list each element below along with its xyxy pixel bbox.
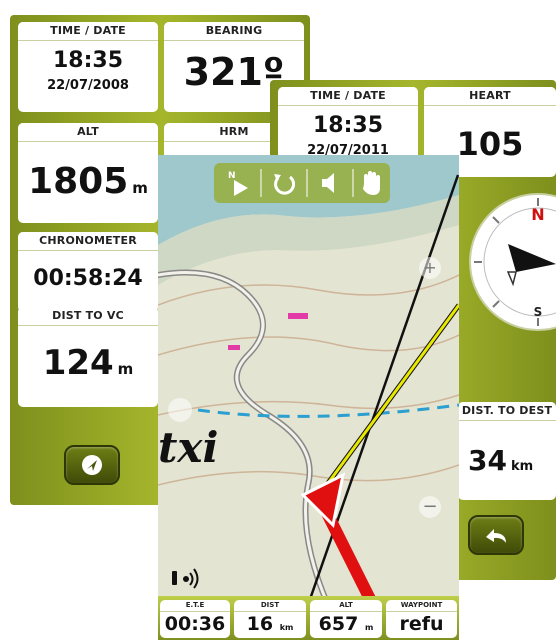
alt-value: 1805 (28, 161, 129, 202)
sound-button[interactable] (312, 166, 348, 200)
map-toolbar: N (214, 163, 390, 203)
dist-value-row: 16 km (234, 612, 306, 638)
dist-value: 16 (246, 613, 274, 635)
topographic-map (158, 155, 459, 605)
dist-to-dest-unit: km (510, 459, 534, 474)
dist-unit: km (279, 623, 294, 632)
back-arrow-icon (486, 529, 506, 543)
back-button[interactable] (468, 515, 524, 555)
alt-unit: m (132, 179, 148, 197)
alt-label: ALT (18, 123, 158, 142)
dist-to-vc-row: 124 m (18, 343, 158, 383)
hand-icon (363, 171, 380, 195)
chronometer-label: CHRONOMETER (18, 232, 158, 251)
waypoint-label: WAYPOINT (386, 600, 457, 612)
dist-to-dest-value: 34 (468, 444, 507, 477)
time-value-right: 18:35 (312, 113, 384, 138)
ete-label: E.T.E (160, 600, 230, 612)
dist-to-vc-label: DIST TO VC (18, 307, 158, 326)
ete-value: 00:36 (164, 613, 226, 635)
chronometer-value: 00:58:24 (33, 266, 143, 291)
speaker-icon (322, 173, 334, 193)
bearing-label: BEARING (164, 22, 304, 41)
time-date-field: TIME / DATE 18:35 22/07/2008 (18, 22, 158, 112)
map-data-bar: E.T.E 00:36 DIST 16 km ALT 657 m WAYPOIN… (158, 596, 459, 640)
zoom-in-button[interactable]: + (419, 257, 441, 279)
compass-n: N (531, 205, 544, 224)
alt-label-bar: ALT (310, 600, 382, 612)
heart-label: HEART (424, 87, 556, 106)
rotate-icon (274, 174, 295, 195)
time-date-label-right: TIME / DATE (278, 87, 418, 106)
pan-button[interactable] (354, 166, 390, 200)
rotate-button[interactable] (266, 166, 302, 200)
waypoint-field: WAYPOINT refu (386, 600, 457, 638)
gps-signal-icon (172, 568, 199, 589)
alt-value-row: 1805 m (18, 161, 158, 202)
dist-to-dest-label: DIST. TO DEST (458, 402, 556, 421)
dist-label: DIST (234, 600, 306, 612)
time-date-label: TIME / DATE (18, 22, 158, 41)
ete-field: E.T.E 00:36 (160, 600, 230, 638)
alt-value-bar: 657 (318, 613, 359, 635)
dist-field: DIST 16 km (234, 600, 306, 638)
dist-to-vc-field: DIST TO VC 124 m (18, 307, 158, 407)
dist-to-vc-value: 124 (42, 343, 114, 383)
toolbar-divider (306, 169, 308, 197)
map-place-label: txi (158, 423, 219, 472)
dist-to-vc-unit: m (117, 360, 134, 378)
dist-to-dest-row: 34 km (458, 444, 556, 477)
compass-widget: N E S (469, 193, 556, 331)
waypoint-value: refu (399, 613, 444, 635)
navigate-icon (82, 455, 102, 475)
alt-unit-bar: m (364, 623, 374, 632)
alt-field: ALT 1805 m (18, 123, 158, 223)
north-arrow-icon: N (228, 171, 248, 196)
alt-value-row-bar: 657 m (310, 612, 382, 638)
zoom-out-button[interactable]: − (419, 496, 441, 518)
time-value: 18:35 (52, 48, 124, 73)
compass-s: S (534, 305, 543, 319)
navigate-button[interactable] (64, 445, 120, 485)
map-view[interactable]: txi + − (158, 155, 459, 605)
svg-text:N: N (228, 171, 236, 181)
chronometer-field: CHRONOMETER 00:58:24 (18, 232, 158, 312)
date-value: 22/07/2008 (47, 78, 129, 93)
north-up-button[interactable]: N (220, 166, 256, 200)
toolbar-divider (260, 169, 262, 197)
dist-to-dest-field: DIST. TO DEST 34 km (458, 402, 556, 500)
alt-field-bar: ALT 657 m (310, 600, 382, 638)
